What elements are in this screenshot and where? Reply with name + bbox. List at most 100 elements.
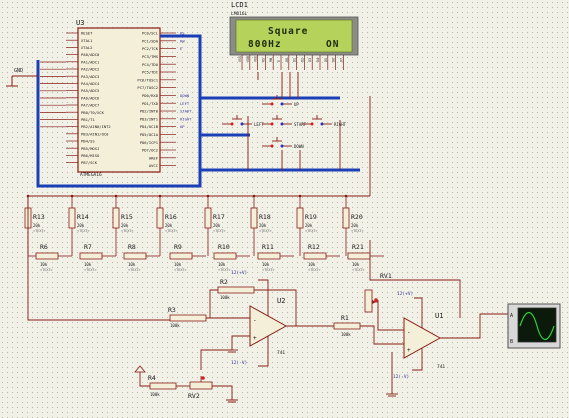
- svg-text:R20: R20: [351, 213, 363, 221]
- resistor-r10: R10 10k<TEXT>: [213, 243, 250, 272]
- mcu-pin-label: PC4/TDO: [142, 62, 159, 67]
- mcu-pin-label: PB1/T1: [81, 117, 95, 122]
- svg-text:+: +: [407, 347, 411, 354]
- mcu-pin-label: XTAL1: [81, 38, 93, 43]
- lcd-pin-label: RW: [269, 58, 273, 62]
- mcu-net-label: UP: [180, 124, 185, 129]
- svg-text:R12: R12: [308, 243, 320, 251]
- resistor-r12: R12 10k<TEXT>: [303, 243, 340, 272]
- u1-part: 741: [437, 364, 445, 370]
- svg-text:10k: 10k: [40, 262, 48, 267]
- oscilloscope[interactable]: A B: [507, 303, 561, 349]
- svg-text:R6: R6: [40, 243, 48, 251]
- svg-text:<TEXT>: <TEXT>: [128, 268, 141, 272]
- svg-text:R11: R11: [262, 243, 274, 251]
- resistor-r1: R1 100k: [333, 314, 361, 337]
- mcu-pin-label: RESET: [81, 31, 93, 36]
- lcd-pin-label: D6: [332, 58, 336, 62]
- svg-text:20k: 20k: [77, 223, 85, 228]
- mcu-pin-label: PA5/ADC5: [81, 88, 99, 93]
- svg-text:<TEXT>: <TEXT>: [213, 229, 226, 233]
- lcd-ref-label: LCD1: [231, 1, 248, 9]
- resistor-r7: R7 10k<TEXT>: [79, 243, 116, 272]
- lcd-pin-label: VSS: [238, 56, 242, 62]
- lcd-pin-label: D5: [324, 58, 328, 62]
- potentiometer-rv2[interactable]: RV2: [188, 349, 238, 403]
- svg-text:20k: 20k: [165, 223, 173, 228]
- svg-text:R2: R2: [220, 278, 228, 286]
- gnd-left: GND: [6, 68, 38, 87]
- u2-ref: U2: [277, 297, 285, 305]
- mcu-pin-label: PC1/SDA: [142, 38, 159, 43]
- svg-text:20k: 20k: [351, 223, 359, 228]
- mcu-pin-label: AVCC: [149, 163, 158, 168]
- button-label: LEFT: [254, 122, 264, 127]
- button-left[interactable]: LEFT: [222, 115, 264, 127]
- lcd-pin-label: D0: [285, 58, 289, 62]
- mcu-pin-label: PB3/AIN1/OC0: [81, 131, 109, 136]
- opamp-u1[interactable]: - + U1 741 12(+V) 12(-V): [393, 291, 445, 380]
- svg-text:10k: 10k: [218, 262, 226, 267]
- svg-text:20k: 20k: [213, 223, 221, 228]
- svg-text:10k: 10k: [308, 262, 316, 267]
- mcu-net-label: LEFT: [180, 101, 190, 106]
- mcu-pin-label: PD3/INT1: [140, 116, 159, 121]
- button-label: START: [294, 122, 307, 127]
- svg-text:R18: R18: [259, 213, 271, 221]
- mcu-pin-label: PC3/TMS: [142, 54, 159, 59]
- svg-text:R7: R7: [84, 243, 92, 251]
- resistor-r6: R6 10k<TEXT>: [35, 243, 72, 272]
- lcd-pin-label: VDD: [246, 56, 250, 62]
- svg-text:-: -: [407, 329, 411, 336]
- mcu-pin-label: PA7/ADC7: [81, 103, 99, 108]
- lcd-lm016l[interactable]: LCD1 LM016L Square 800Hz ON VSS VDD VEE RS R…: [229, 1, 359, 70]
- svg-text:<TEXT>: <TEXT>: [308, 268, 321, 272]
- mcu-pin-label: PB0/T0/XCK: [81, 110, 105, 115]
- mcu-pin-label: PC0/SCL: [142, 31, 159, 36]
- mcu-pin-label: PC6/TOSC1: [137, 77, 158, 82]
- lcd-pin-label: RS: [261, 58, 265, 62]
- mcu-pin-label: PD5/OC1A: [140, 132, 159, 137]
- svg-text:20k: 20k: [259, 223, 267, 228]
- schematic-drawing: U3 ATMEGA16 RESET XTAL1 XTAL2 PA0/ADC0 PA1/A…: [6, 1, 561, 403]
- mcu-pin-label: PA2/ADC2: [81, 67, 99, 72]
- button-down[interactable]: DOWN: [262, 137, 304, 149]
- resistor-r21: R21 10k<TEXT>: [347, 243, 384, 272]
- mcu-pin-label: PD4/OC1B: [140, 124, 159, 129]
- u2-part: 741: [277, 350, 285, 356]
- scope-ch-b: B: [510, 339, 513, 345]
- lcd-pin-label: D1: [293, 58, 297, 62]
- resistor-r4: R4 100k: [134, 365, 190, 397]
- mcu-net-label: E: [180, 46, 183, 51]
- svg-text:100k: 100k: [170, 323, 180, 328]
- svg-text:<TEXT>: <TEXT>: [305, 229, 318, 233]
- mcu-pin-label: PD2/INT0: [140, 109, 159, 114]
- svg-text:<TEXT>: <TEXT>: [121, 229, 134, 233]
- mcu-pin-label: PB4/SS: [81, 139, 95, 144]
- svg-text:100k: 100k: [341, 332, 351, 337]
- resistor-r8: R8 10k<TEXT>: [123, 243, 160, 272]
- resistor-r11: R11 10k<TEXT>: [257, 243, 294, 272]
- mcu-u3[interactable]: U3 ATMEGA16 RESET XTAL1 XTAL2 PA0/ADC0 PA1/A…: [40, 19, 192, 178]
- mcu-net-label: RW: [180, 38, 185, 43]
- svg-text:<TEXT>: <TEXT>: [352, 268, 365, 272]
- svg-text:10k: 10k: [352, 262, 360, 267]
- mcu-pin-label: PB2/AIN0/INT2: [81, 124, 111, 129]
- svg-text:R8: R8: [128, 243, 136, 251]
- svg-text:20k: 20k: [121, 223, 129, 228]
- mcu-pin-label: PC7/TOSC2: [137, 85, 158, 90]
- resistor-r2: R2 100k: [217, 278, 255, 300]
- mcu-pin-label: PA4/ADC4: [81, 81, 100, 86]
- mcu-pin-label: PD7/OC2: [142, 148, 158, 153]
- scope-ch-a: A: [510, 313, 513, 319]
- mcu-pin-label: PA0/ADC0: [81, 52, 100, 57]
- svg-text:<TEXT>: <TEXT>: [33, 229, 46, 233]
- svg-text:R1: R1: [341, 314, 349, 322]
- mcu-pin-label: PA1/ADC1: [81, 59, 100, 64]
- svg-text:<TEXT>: <TEXT>: [84, 268, 97, 272]
- svg-text:100k: 100k: [220, 295, 230, 300]
- rv1-ref: RV1: [380, 272, 392, 280]
- u1-vee: 12(-V): [393, 374, 409, 380]
- button-start[interactable]: START: [262, 115, 307, 127]
- svg-text:20k: 20k: [305, 223, 313, 228]
